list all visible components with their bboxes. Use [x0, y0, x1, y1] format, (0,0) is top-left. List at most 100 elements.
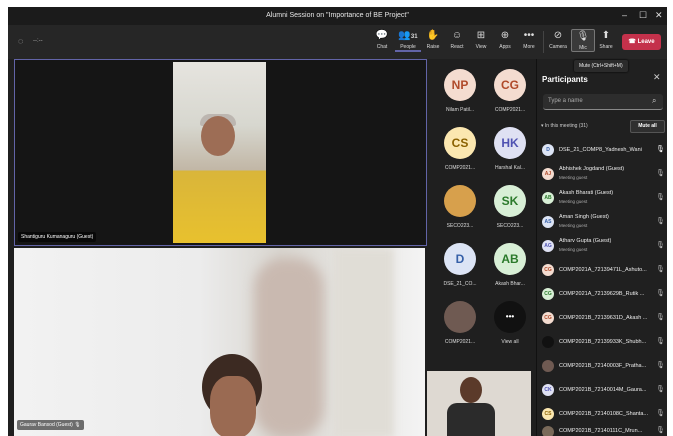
- tile-label: COMP2021...: [494, 107, 526, 113]
- mic-off-icon: 🎙: [656, 218, 665, 225]
- camera-button[interactable]: ⊘ Camera: [547, 29, 569, 50]
- mic-off-icon: 🎙: [656, 290, 665, 297]
- participant-role: Meeting guest: [559, 175, 588, 180]
- more-button[interactable]: ••• More: [518, 29, 540, 50]
- speaker-video: [173, 62, 266, 243]
- avatar: CS: [444, 127, 476, 159]
- gallery-tile[interactable]: HK Harshal Kal...: [486, 127, 534, 171]
- video-blur: [334, 248, 394, 436]
- people-count-badge: 31: [410, 34, 418, 40]
- more-icon: •••: [494, 301, 526, 333]
- gallery-tile[interactable]: SK SECO223...: [486, 185, 534, 229]
- participant-name: COMP2021A_72139471L_Ashuto...: [559, 267, 647, 273]
- self-view-video[interactable]: [427, 371, 531, 436]
- close-window-button[interactable]: ✕: [655, 10, 663, 21]
- apps-button[interactable]: ⊕ Apps: [494, 29, 516, 50]
- video-blur: [254, 258, 324, 436]
- participant-row[interactable]: COMP2021B_72140111C_Mrun... 🎙: [537, 423, 667, 436]
- tile-label: COMP2021...: [444, 339, 476, 345]
- in-meeting-section-toggle[interactable]: ▾ In this meeting (31): [541, 123, 588, 129]
- gallery-tile[interactable]: NP Nilam Patil...: [436, 69, 484, 113]
- participant-name: Abhishek Jogdand (Guest): [559, 166, 625, 172]
- participant-row[interactable]: AS Aman Singh (Guest) Meeting guest 🎙: [537, 211, 667, 234]
- avatar-photo: [542, 426, 554, 436]
- participant-name: COMP2021B_72140014M_Gaura...: [559, 387, 647, 393]
- main-video-name: Shantiguru Kumanaguru (Guest): [18, 232, 97, 242]
- raise-hand-icon: ✋: [426, 30, 440, 41]
- participant-row[interactable]: AB Akash Bharati (Guest) Meeting guest 🎙: [537, 187, 667, 210]
- participant-row[interactable]: CG COMP2021B_72139631D_Akash ... 🎙: [537, 307, 667, 330]
- apps-label: Apps: [499, 44, 511, 50]
- participant-name: COMP2021B_72140108C_Shanta...: [559, 411, 648, 417]
- search-icon: ⌕: [652, 96, 657, 105]
- raise-hand-button[interactable]: ✋ Raise: [422, 29, 444, 50]
- view-label: View: [475, 44, 487, 50]
- participant-name: Aman Singh (Guest): [559, 214, 609, 220]
- mic-off-icon: 🎙: [656, 194, 665, 201]
- people-icon: 👥31: [398, 30, 418, 41]
- gallery-tile[interactable]: CS COMP2021...: [436, 127, 484, 171]
- view-button[interactable]: ⊞ View: [470, 29, 492, 50]
- participant-name: Akash Bharati (Guest): [559, 190, 614, 196]
- avatar: CG: [542, 288, 554, 300]
- mic-icon: 🎙: [74, 422, 81, 428]
- more-icon: •••: [523, 30, 535, 41]
- chat-label: Chat: [376, 44, 388, 50]
- main-video-tile[interactable]: Shantiguru Kumanaguru (Guest): [14, 59, 427, 246]
- close-icon[interactable]: ✕: [653, 72, 661, 83]
- gallery-tile[interactable]: CG COMP2021...: [486, 69, 534, 113]
- mic-off-icon: 🎙: [656, 266, 665, 273]
- gallery-tile[interactable]: D DSE_21_CO...: [436, 243, 484, 287]
- gallery-tile[interactable]: AB Akash Bhar...: [486, 243, 534, 287]
- react-icon: ☺: [451, 30, 463, 41]
- avatar: CG: [494, 69, 526, 101]
- mute-all-button[interactable]: Mute all: [630, 120, 665, 133]
- shield-icon: ◌: [18, 36, 24, 46]
- participant-row[interactable]: CG COMP2021A_72139471L_Ashuto... 🎙: [537, 259, 667, 282]
- mic-button[interactable]: 🎙 Mic: [571, 29, 595, 52]
- teams-meeting-window: Alumni Session on "Importance of BE Proj…: [8, 7, 667, 436]
- participant-row[interactable]: CK COMP2021B_72140014M_Gaura... 🎙: [537, 379, 667, 402]
- mic-off-icon: 🎙: [656, 338, 665, 345]
- react-button[interactable]: ☺ React: [446, 29, 468, 50]
- view-all-tile[interactable]: ••• View all: [486, 301, 534, 345]
- mic-icon: 🎙: [576, 31, 590, 42]
- share-icon: ⬆: [601, 30, 611, 41]
- more-label: More: [523, 44, 535, 50]
- participant-search-input[interactable]: Type a name ⌕: [543, 94, 663, 110]
- leave-button[interactable]: ☎ Leave: [622, 34, 661, 50]
- chat-button[interactable]: 💬 Chat: [371, 29, 393, 50]
- second-video-tile[interactable]: Gaurav Bansod (Guest) 🎙: [14, 248, 425, 436]
- window-title: Alumni Session on "Importance of BE Proj…: [266, 12, 409, 19]
- maximize-button[interactable]: ☐: [639, 10, 647, 21]
- share-button[interactable]: ⬆ Share: [595, 29, 617, 50]
- speaker-face: [201, 116, 235, 156]
- mic-off-icon: 🎙: [656, 410, 665, 417]
- meeting-timer: --:--: [33, 38, 43, 44]
- camera-off-icon: ⊘: [553, 30, 563, 41]
- gallery-tile[interactable]: COMP2021...: [436, 301, 484, 345]
- tile-label: Nilam Patil...: [445, 107, 475, 113]
- participant-face: [210, 376, 256, 436]
- mic-off-icon: 🎙: [656, 386, 665, 393]
- participant-row[interactable]: COMP2021B_72140003F_Pratha... 🎙: [537, 355, 667, 378]
- mic-off-icon: 🎙: [656, 314, 665, 321]
- participant-row[interactable]: AJ Abhishek Jogdand (Guest) Meeting gues…: [537, 163, 667, 186]
- participant-row[interactable]: D DSE_21_COMP8_Yadnesh_Wani 🎙: [537, 139, 667, 162]
- participant-name: COMP2021A_72139629B_Rutik ...: [559, 291, 645, 297]
- participant-name: COMP2021B_72140111C_Mrun...: [559, 428, 643, 434]
- gallery-tile[interactable]: SECO223...: [436, 185, 484, 229]
- participant-role: Meeting guest: [559, 199, 588, 204]
- leave-label: Leave: [637, 39, 655, 45]
- participant-row[interactable]: COMP2021B_72139933K_Shubh... 🎙: [537, 331, 667, 354]
- people-button[interactable]: 👥31 People: [395, 29, 421, 52]
- tile-label: SECO223...: [496, 223, 524, 229]
- mute-tooltip: Mute (Ctrl+Shift+M): [574, 60, 628, 72]
- participant-row[interactable]: CG COMP2021A_72139629B_Rutik ... 🎙: [537, 283, 667, 306]
- participant-row[interactable]: AG Atharv Gupta (Guest) Meeting guest 🎙: [537, 235, 667, 258]
- camera-label: Camera: [549, 44, 567, 50]
- title-bar: Alumni Session on "Importance of BE Proj…: [8, 7, 667, 25]
- avatar: AJ: [542, 168, 554, 180]
- minimize-button[interactable]: –: [622, 10, 627, 20]
- mic-off-icon: 🎙: [656, 362, 665, 369]
